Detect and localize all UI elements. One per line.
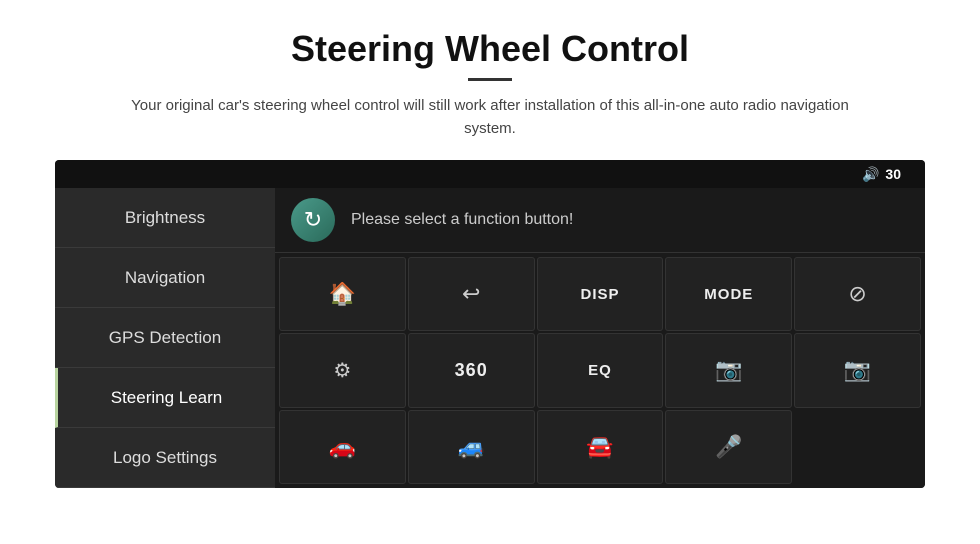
- btn-cam1[interactable]: 📷: [665, 333, 792, 407]
- mute-icon: ⊘: [848, 281, 866, 307]
- page-title: Steering Wheel Control: [291, 28, 689, 70]
- eq-label: EQ: [588, 362, 612, 379]
- btn-car2[interactable]: 🚙: [408, 410, 535, 484]
- 360-label: 360: [455, 360, 488, 381]
- btn-home[interactable]: 🏠: [279, 257, 406, 331]
- btn-360[interactable]: 360: [408, 333, 535, 407]
- btn-mute[interactable]: ⊘: [794, 257, 921, 331]
- refresh-button[interactable]: ↻: [291, 198, 335, 242]
- device-screen: 🔊 30 Brightness Navigation GPS Detection…: [55, 160, 925, 488]
- sidebar-item-logo-settings[interactable]: Logo Settings: [55, 428, 275, 488]
- camera1-icon: 📷: [715, 357, 742, 383]
- btn-cam2[interactable]: 📷: [794, 333, 921, 407]
- function-prompt: Please select a function button!: [351, 211, 573, 229]
- sidebar-item-steering-learn[interactable]: Steering Learn: [55, 368, 275, 428]
- sidebar-item-brightness[interactable]: Brightness: [55, 188, 275, 248]
- volume-icon: 🔊: [862, 166, 879, 183]
- sidebar-item-gps-detection[interactable]: GPS Detection: [55, 308, 275, 368]
- adjust-icon: ⚙: [333, 358, 351, 383]
- volume-level: 30: [885, 166, 901, 182]
- btn-mic[interactable]: 🎤: [665, 410, 792, 484]
- mic-icon: 🎤: [715, 434, 742, 460]
- btn-empty: [794, 410, 921, 484]
- car3-icon: 🚘: [586, 434, 613, 460]
- home-icon: 🏠: [329, 281, 356, 307]
- panel-header: ↻ Please select a function button!: [275, 188, 925, 253]
- btn-eq[interactable]: EQ: [537, 333, 664, 407]
- buttons-grid: 🏠 ↩ DISP MODE ⊘ ⚙ 360: [275, 253, 925, 488]
- mode-label: MODE: [704, 286, 753, 303]
- btn-adjust[interactable]: ⚙: [279, 333, 406, 407]
- btn-disp[interactable]: DISP: [537, 257, 664, 331]
- sidebar: Brightness Navigation GPS Detection Stee…: [55, 188, 275, 488]
- top-bar: 🔊 30: [55, 160, 925, 188]
- main-content: Brightness Navigation GPS Detection Stee…: [55, 188, 925, 488]
- btn-car1[interactable]: 🚗: [279, 410, 406, 484]
- car2-icon: 🚙: [457, 434, 484, 460]
- camera2-icon: 📷: [844, 357, 871, 383]
- title-divider: [468, 78, 512, 81]
- btn-mode[interactable]: MODE: [665, 257, 792, 331]
- sidebar-item-navigation[interactable]: Navigation: [55, 248, 275, 308]
- back-icon: ↩: [462, 281, 480, 307]
- btn-back[interactable]: ↩: [408, 257, 535, 331]
- btn-car3[interactable]: 🚘: [537, 410, 664, 484]
- car1-icon: 🚗: [329, 434, 356, 460]
- subtitle: Your original car's steering wheel contr…: [110, 95, 870, 140]
- right-panel: ↻ Please select a function button! 🏠 ↩ D…: [275, 188, 925, 488]
- disp-label: DISP: [580, 286, 619, 303]
